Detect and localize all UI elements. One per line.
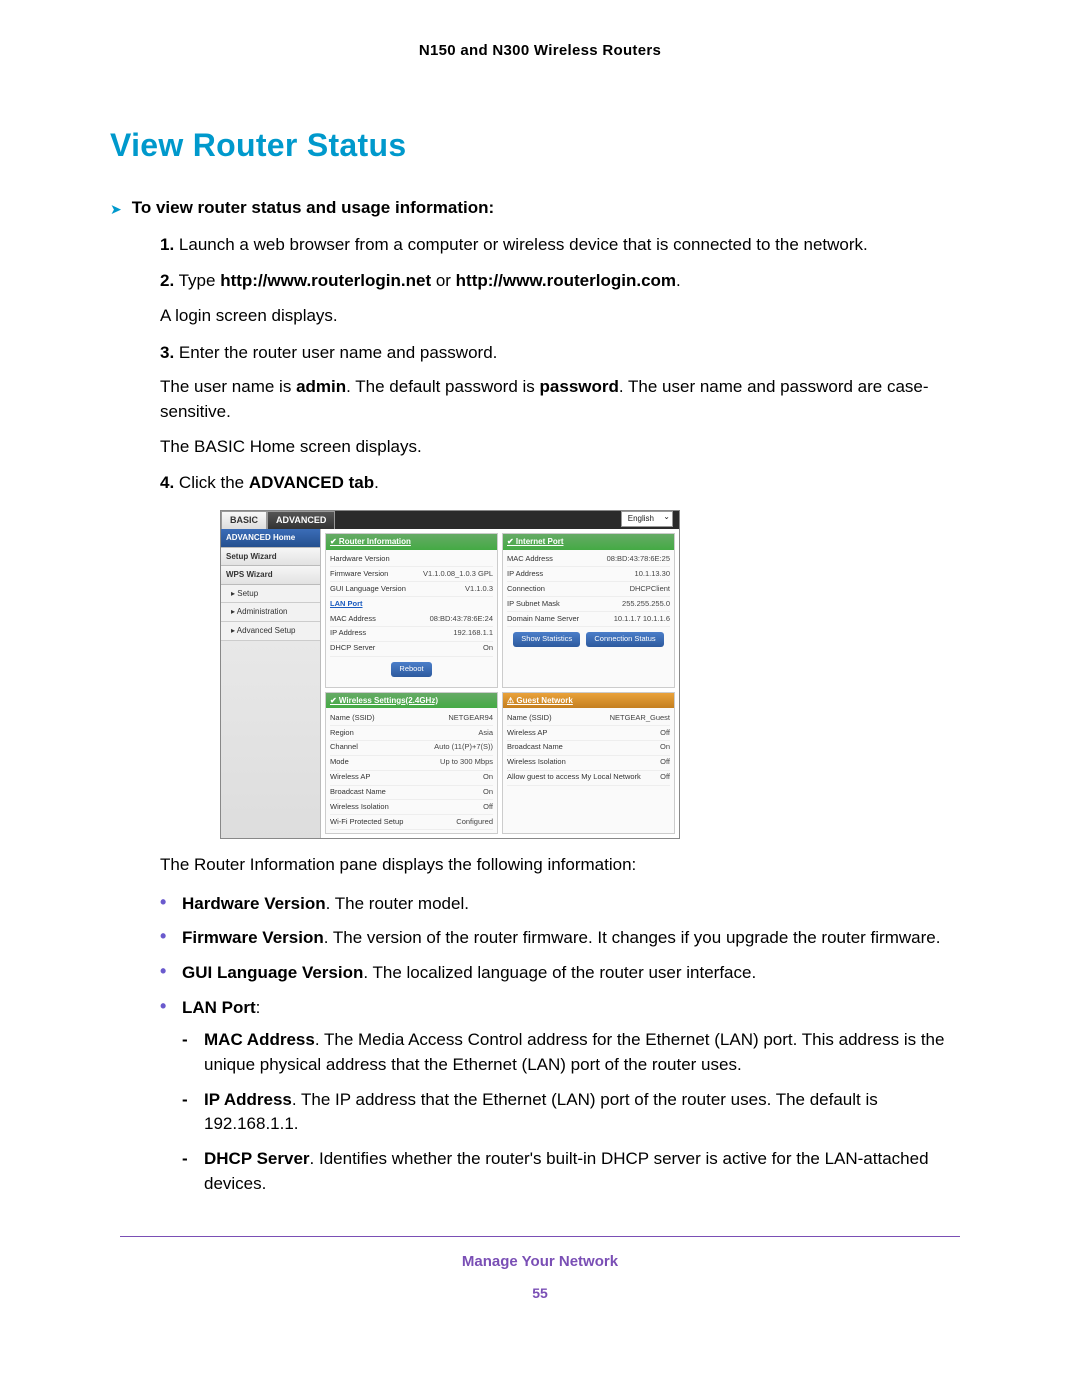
panel-guest: ⚠ Guest Network Name (SSID)NETGEAR_Guest…: [502, 692, 675, 835]
tab-advanced[interactable]: ADVANCED: [267, 511, 335, 529]
panel-wireless: ✔ Wireless Settings(2.4GHz) Name (SSID)N…: [325, 692, 498, 835]
info-intro: The Router Information pane displays the…: [160, 853, 970, 878]
lan-port-heading[interactable]: LAN Port: [330, 597, 493, 612]
show-statistics-button[interactable]: Show Statistics: [513, 632, 580, 647]
sidebar-item-setup[interactable]: ▸ Setup: [221, 585, 320, 604]
document-header: N150 and N300 Wireless Routers: [110, 40, 970, 62]
info-mac: MAC Address. The Media Access Control ad…: [182, 1028, 970, 1077]
connection-status-button[interactable]: Connection Status: [586, 632, 663, 647]
info-ip: IP Address. The IP address that the Ethe…: [182, 1088, 970, 1137]
sidebar-item-advanced-setup[interactable]: ▸ Advanced Setup: [221, 622, 320, 641]
panel-header[interactable]: ✔ Router Information: [326, 534, 497, 550]
router-admin-ui: BASIC ADVANCED English ADVANCED Home Set…: [220, 510, 680, 839]
step-text: Type http://www.routerlogin.net or http:…: [179, 271, 681, 290]
document-page: N150 and N300 Wireless Routers View Rout…: [0, 0, 1080, 1333]
embedded-screenshot: BASIC ADVANCED English ADVANCED Home Set…: [220, 510, 970, 839]
info-firmware: Firmware Version. The version of the rou…: [160, 926, 970, 951]
panel-header[interactable]: ✔ Wireless Settings(2.4GHz): [326, 693, 497, 709]
section-title: View Router Status: [110, 122, 970, 168]
info-lan-port: LAN Port: MAC Address. The Media Access …: [160, 996, 970, 1196]
sidebar: ADVANCED Home Setup Wizard WPS Wizard ▸ …: [221, 529, 321, 838]
step-after: A login screen displays.: [160, 304, 970, 329]
step-text: Click the ADVANCED tab.: [179, 473, 379, 492]
step-text: Enter the router user name and password.: [179, 343, 497, 362]
step-4: 4. Click the ADVANCED tab. BASIC ADVANCE…: [160, 471, 970, 1196]
panel-router-info: ✔ Router Information Hardware Version Fi…: [325, 533, 498, 688]
step-2: 2. Type http://www.routerlogin.net or ht…: [160, 269, 970, 328]
reboot-button[interactable]: Reboot: [391, 662, 431, 677]
sidebar-item-wps-wizard[interactable]: WPS Wizard: [221, 566, 320, 585]
language-select[interactable]: English: [621, 511, 673, 527]
arrow-icon: ➤: [110, 199, 122, 219]
step-para: The BASIC Home screen displays.: [160, 435, 970, 460]
footer-page-number: 55: [110, 1283, 970, 1303]
sidebar-item-setup-wizard[interactable]: Setup Wizard: [221, 548, 320, 567]
steps-list: 1. Launch a web browser from a computer …: [110, 233, 970, 1196]
footer-divider: [120, 1236, 960, 1237]
ui-body: ADVANCED Home Setup Wizard WPS Wizard ▸ …: [221, 529, 679, 838]
lead-row: ➤ To view router status and usage inform…: [110, 196, 970, 221]
sidebar-item-administration[interactable]: ▸ Administration: [221, 603, 320, 622]
step-para: The user name is admin. The default pass…: [160, 375, 970, 424]
panel-header[interactable]: ✔ Internet Port: [503, 534, 674, 550]
step-number: 2.: [160, 271, 174, 290]
step-3: 3. Enter the router user name and passwo…: [160, 341, 970, 460]
panel-header[interactable]: ⚠ Guest Network: [503, 693, 674, 709]
panels-grid: ✔ Router Information Hardware Version Fi…: [321, 529, 679, 838]
sidebar-item-advanced-home[interactable]: ADVANCED Home: [221, 529, 320, 548]
step-number: 3.: [160, 343, 174, 362]
info-hardware: Hardware Version. The router model.: [160, 892, 970, 917]
lead-text: To view router status and usage informat…: [132, 196, 494, 221]
step-number: 4.: [160, 473, 174, 492]
info-list: Hardware Version. The router model. Firm…: [160, 892, 970, 1196]
step-number: 1.: [160, 235, 174, 254]
info-gui: GUI Language Version. The localized lang…: [160, 961, 970, 986]
footer-title: Manage Your Network: [110, 1251, 970, 1273]
info-dhcp: DHCP Server. Identifies whether the rout…: [182, 1147, 970, 1196]
step-1: 1. Launch a web browser from a computer …: [160, 233, 970, 258]
step-text: Launch a web browser from a computer or …: [179, 235, 868, 254]
lan-sublist: MAC Address. The Media Access Control ad…: [182, 1028, 970, 1196]
tabs-row: BASIC ADVANCED English: [221, 511, 679, 529]
tab-basic[interactable]: BASIC: [221, 511, 267, 529]
panel-internet-port: ✔ Internet Port MAC Address08:BD:43:78:6…: [502, 533, 675, 688]
